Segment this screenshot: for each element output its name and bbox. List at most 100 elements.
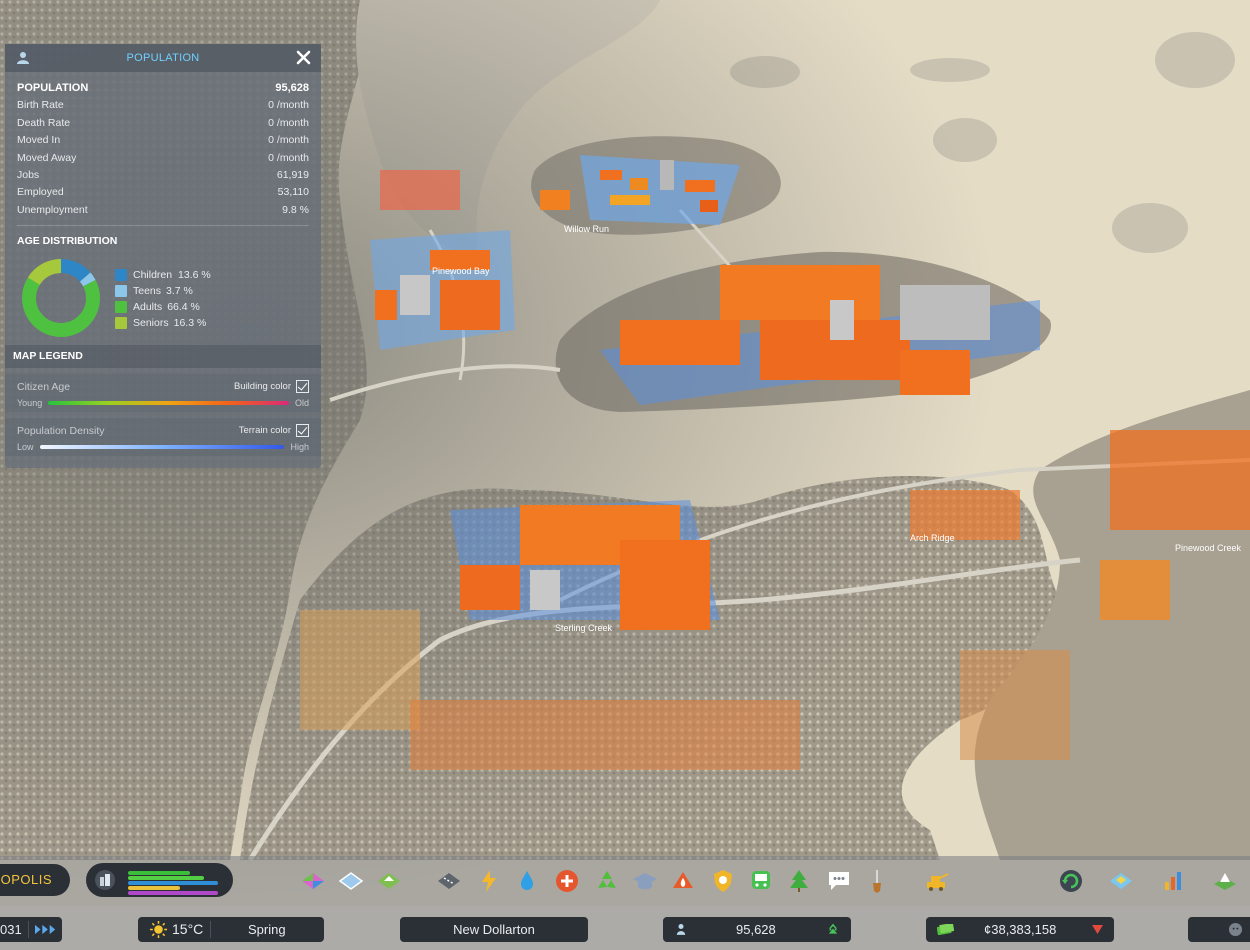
- landscaping-shovel-icon[interactable]: [864, 868, 890, 894]
- age-distribution-title: AGE DISTRIBUTION: [17, 235, 118, 248]
- milestone-progress[interactable]: [86, 863, 233, 897]
- age-value: 16.3 %: [173, 317, 207, 330]
- status-bar: 031 15°C Spring New Dollarton 95,628 ¢38…: [0, 906, 1250, 950]
- citizen-icon: [676, 924, 686, 935]
- stat-label: Birth Rate: [17, 99, 64, 112]
- electricity-icon[interactable]: [476, 868, 502, 894]
- sun-icon: [149, 920, 168, 939]
- scale-low-label: Young: [17, 398, 43, 409]
- police-icon[interactable]: [710, 868, 736, 894]
- stat-row-death-rate: Death Rate 0 /month: [17, 115, 309, 132]
- stat-row-jobs: Jobs 61,919: [17, 167, 309, 184]
- age-value: 13.6 %: [178, 269, 211, 282]
- map-label-willow-run: Willow Run: [564, 224, 609, 234]
- landscaping-icon[interactable]: [376, 868, 402, 894]
- weather-box[interactable]: 15°C Spring: [138, 917, 324, 942]
- money-icon: [937, 924, 954, 935]
- city-icon[interactable]: [1212, 868, 1238, 894]
- transportation-icon[interactable]: [748, 868, 774, 894]
- zoning-icon[interactable]: [300, 868, 326, 894]
- residential-demand-bar-2: [128, 876, 204, 880]
- parks-icon[interactable]: [786, 868, 812, 894]
- stat-label: Death Rate: [17, 116, 71, 129]
- population-box[interactable]: 95,628: [663, 917, 851, 942]
- stat-value: 61,919: [276, 168, 309, 181]
- water-icon[interactable]: [514, 868, 540, 894]
- toggle-label: Terrain color: [238, 425, 291, 437]
- education-icon[interactable]: [632, 868, 658, 894]
- density-scale: Low High: [17, 442, 309, 452]
- advisor-icon[interactable]: [1228, 922, 1243, 937]
- age-item-teens: Teens 3.7 %: [115, 283, 211, 299]
- building-color-toggle[interactable]: Building color: [233, 380, 309, 394]
- age-value: 3.7 %: [166, 285, 193, 298]
- money-value: ¢38,383,158: [984, 922, 1057, 937]
- date-speed-box[interactable]: 031: [0, 917, 62, 942]
- age-value: 66.4 %: [167, 301, 200, 314]
- map-label-pinewood-bay: Pinewood Bay: [432, 266, 490, 276]
- areas-icon[interactable]: [338, 868, 364, 894]
- stat-row-employed: Employed 53,110: [17, 184, 309, 201]
- age-legend: Children 13.6 % Teens 3.7 % Adults 66.4 …: [115, 267, 211, 331]
- population-panel: POPULATION POPULATION 95,628 Birth Rate …: [5, 44, 321, 468]
- residential-demand-bar: [128, 871, 190, 875]
- district-south: [450, 500, 720, 630]
- money-box[interactable]: ¢38,383,158: [926, 917, 1114, 942]
- age-item-seniors: Seniors 16.3 %: [115, 315, 211, 331]
- stat-label: Moved Away: [17, 151, 77, 164]
- stat-value: 53,110: [277, 186, 309, 199]
- garbage-icon[interactable]: [594, 868, 620, 894]
- age-distribution: Children 13.6 % Teens 3.7 % Adults 66.4 …: [5, 247, 321, 343]
- city-name-box[interactable]: New Dollarton: [400, 917, 588, 942]
- temperature: 15°C: [172, 921, 204, 937]
- building-color-checkbox[interactable]: [296, 380, 309, 394]
- city-name-button[interactable]: ALOPOLIS: [0, 864, 70, 896]
- scale-high-label: High: [290, 442, 309, 453]
- commercial-demand-bar: [128, 881, 218, 885]
- close-icon[interactable]: [295, 49, 312, 66]
- advisor-box[interactable]: [1188, 917, 1250, 942]
- bottom-toolbar: ALOPOLIS: [0, 856, 1250, 906]
- age-name: Seniors: [133, 317, 169, 330]
- roads-icon[interactable]: [436, 868, 462, 894]
- date-fragment: 031: [0, 922, 22, 937]
- map-label-arch-ridge: Arch Ridge: [910, 533, 955, 543]
- city-name: New Dollarton: [453, 922, 535, 937]
- population-info-icon: [17, 52, 29, 64]
- toggle-label: Building color: [233, 381, 291, 393]
- terrain-color-checkbox[interactable]: [296, 424, 309, 438]
- industry-icon[interactable]: [924, 868, 950, 894]
- stat-label: Unemployment: [17, 203, 88, 216]
- stat-value: 9.8 %: [282, 203, 309, 216]
- terrain-color-toggle[interactable]: Terrain color: [238, 424, 309, 438]
- stat-label: Jobs: [17, 168, 40, 181]
- scale-high-label: Old: [294, 398, 309, 409]
- children-swatch: [115, 269, 127, 282]
- statistics-icon[interactable]: [1160, 868, 1186, 894]
- refresh-icon[interactable]: [1058, 868, 1084, 894]
- demand-bars: [128, 871, 218, 896]
- divider: [28, 921, 29, 938]
- fast-forward-icon[interactable]: [35, 924, 57, 935]
- communications-icon[interactable]: [826, 868, 852, 894]
- fire-icon[interactable]: [670, 868, 696, 894]
- population-trend-up-icon: [828, 923, 838, 934]
- map-icon[interactable]: [1108, 868, 1134, 894]
- seniors-swatch: [115, 317, 127, 330]
- stat-row-population: POPULATION 95,628: [17, 80, 309, 97]
- age-name: Teens: [133, 285, 162, 298]
- teens-swatch: [115, 285, 127, 298]
- age-scale: Young Old: [17, 398, 309, 408]
- adults-swatch: [115, 301, 127, 314]
- stat-label: POPULATION: [17, 82, 89, 94]
- milestone-icon: [95, 870, 115, 890]
- stat-label: Moved In: [17, 134, 61, 147]
- age-name: Children: [133, 269, 173, 282]
- stat-label: Employed: [17, 186, 64, 199]
- population-stats: POPULATION 95,628 Birth Rate 0 /month De…: [5, 72, 321, 227]
- money-trend-down-icon: [1092, 925, 1103, 934]
- panel-title: POPULATION: [126, 52, 200, 64]
- legend-population-density: Population Density Terrain color Low Hig…: [5, 418, 321, 457]
- healthcare-icon[interactable]: [554, 868, 580, 894]
- map-label-sterling-creek: Sterling Creek: [555, 623, 613, 633]
